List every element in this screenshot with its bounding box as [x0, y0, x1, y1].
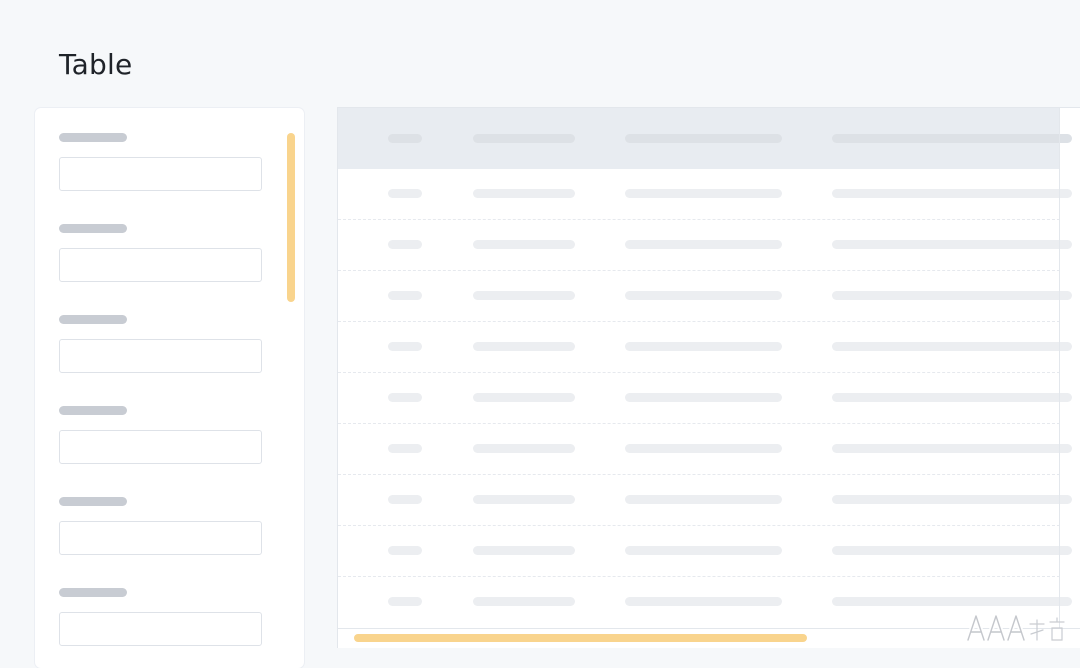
cell-placeholder [388, 495, 422, 504]
cell-placeholder [473, 240, 575, 249]
cell-placeholder [625, 393, 782, 402]
cell-placeholder [388, 393, 422, 402]
field-label-placeholder [59, 497, 127, 506]
cell-placeholder [832, 342, 1072, 351]
form-field [59, 497, 262, 555]
cell-placeholder [625, 291, 782, 300]
table-row[interactable] [338, 526, 1072, 577]
cell-placeholder [388, 444, 422, 453]
filter-input[interactable] [59, 430, 262, 464]
cell-placeholder [625, 444, 782, 453]
table-header [338, 108, 1072, 169]
watermark-glyphs [965, 613, 1065, 643]
vertical-scrollbar-thumb[interactable] [287, 133, 295, 302]
filter-input[interactable] [59, 521, 262, 555]
table-row[interactable] [338, 475, 1072, 526]
header-cell-placeholder[interactable] [388, 134, 422, 143]
cell-placeholder [473, 495, 575, 504]
table-row[interactable] [338, 577, 1072, 628]
data-table [337, 107, 1080, 648]
header-cell-placeholder[interactable] [473, 134, 575, 143]
cell-placeholder [625, 597, 782, 606]
table-row[interactable] [338, 220, 1072, 271]
filter-input[interactable] [59, 248, 262, 282]
field-label-placeholder [59, 133, 127, 142]
page-title: Table [59, 48, 133, 81]
cell-placeholder [625, 189, 782, 198]
watermark-logo-icon [964, 610, 1074, 644]
table-row[interactable] [338, 424, 1072, 475]
table-row[interactable] [338, 322, 1072, 373]
table-right-border [1059, 108, 1060, 628]
filter-panel [35, 108, 304, 668]
cell-placeholder [832, 597, 1072, 606]
field-label-placeholder [59, 224, 127, 233]
field-label-placeholder [59, 315, 127, 324]
cell-placeholder [388, 546, 422, 555]
cell-placeholder [473, 393, 575, 402]
horizontal-scrollbar-thumb[interactable] [354, 634, 807, 642]
cell-placeholder [832, 393, 1072, 402]
cell-placeholder [625, 546, 782, 555]
header-cell-placeholder[interactable] [832, 134, 1072, 143]
cell-placeholder [473, 291, 575, 300]
field-label-placeholder [59, 588, 127, 597]
form-field [59, 588, 262, 646]
cell-placeholder [832, 291, 1072, 300]
cell-placeholder [832, 546, 1072, 555]
cell-placeholder [832, 240, 1072, 249]
field-label-placeholder [59, 406, 127, 415]
table-row[interactable] [338, 373, 1072, 424]
cell-placeholder [388, 597, 422, 606]
cell-placeholder [625, 495, 782, 504]
cell-placeholder [832, 495, 1072, 504]
cell-placeholder [388, 342, 422, 351]
cell-placeholder [388, 240, 422, 249]
filter-input[interactable] [59, 157, 262, 191]
table-row[interactable] [338, 169, 1072, 220]
cell-placeholder [832, 444, 1072, 453]
form-field [59, 315, 262, 373]
cell-placeholder [388, 291, 422, 300]
cell-placeholder [473, 342, 575, 351]
cell-placeholder [473, 597, 575, 606]
table-row[interactable] [338, 271, 1072, 322]
header-cell-placeholder[interactable] [625, 134, 782, 143]
cell-placeholder [388, 189, 422, 198]
form-field [59, 224, 262, 282]
form-field [59, 406, 262, 464]
cell-placeholder [473, 189, 575, 198]
cell-placeholder [832, 189, 1072, 198]
filter-input[interactable] [59, 612, 262, 646]
cell-placeholder [625, 240, 782, 249]
cell-placeholder [473, 444, 575, 453]
cell-placeholder [473, 546, 575, 555]
cell-placeholder [625, 342, 782, 351]
filter-input[interactable] [59, 339, 262, 373]
form-field [59, 133, 262, 191]
